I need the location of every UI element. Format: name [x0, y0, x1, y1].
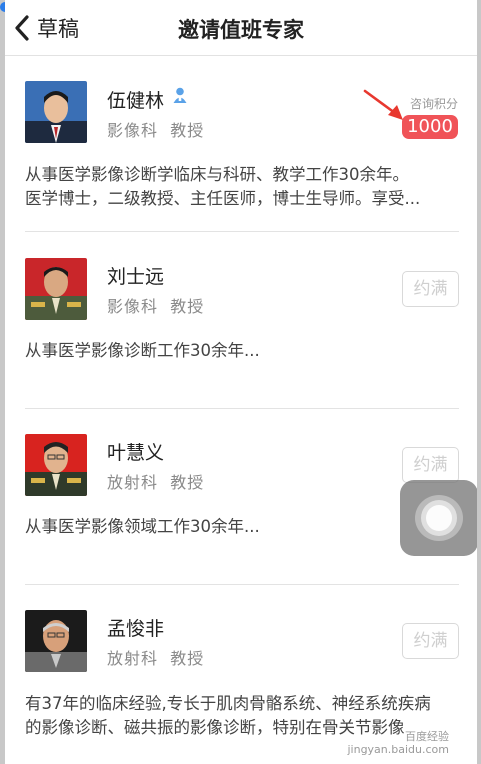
score-badge: 1000	[402, 115, 458, 139]
department-label: 放射科	[107, 649, 159, 668]
navigation-bar: 草稿 邀请值班专家	[5, 0, 477, 56]
assistive-ring-icon	[426, 505, 452, 531]
avatar	[25, 610, 87, 672]
expert-name: 叶慧义	[107, 442, 165, 464]
avatar	[25, 81, 87, 143]
watermark: 百度经验 jingyan.baidu.com	[347, 730, 449, 756]
score-label: 咨询积分	[409, 97, 458, 111]
user-icon	[173, 87, 187, 103]
rank-label: 教授	[170, 121, 205, 140]
department-label: 放射科	[107, 473, 159, 492]
watermark-url: jingyan.baidu.com	[347, 743, 449, 756]
department-label: 影像科	[107, 297, 159, 316]
expert-description: 从事医学影像诊断学临床与科研、教学工作30余年。 医学博士，二级教授、主任医师，…	[25, 165, 421, 208]
rank-label: 教授	[170, 473, 205, 492]
expert-department: 影像科 教授	[107, 117, 204, 141]
fully-booked-button[interactable]: 约满	[402, 447, 459, 483]
app-screen: 草稿 邀请值班专家 伍健林 影像科 教授 咨询积分 1000 从事医学影像诊断学…	[5, 0, 477, 764]
expert-department: 放射科 教授	[107, 645, 204, 669]
expert-department: 放射科 教授	[107, 469, 204, 493]
rank-label: 教授	[170, 649, 205, 668]
department-label: 影像科	[107, 121, 159, 140]
expert-description: 从事医学影像领域工作30余年...	[25, 517, 260, 536]
expert-department: 影像科 教授	[107, 293, 204, 317]
expert-name: 孟悛非	[107, 618, 165, 640]
screen-right-edge	[477, 0, 481, 764]
page-title: 邀请值班专家	[178, 18, 304, 42]
expert-name: 刘士远	[107, 266, 165, 288]
avatar	[25, 434, 87, 496]
expert-card[interactable]: 刘士远 影像科 教授 约满 从事医学影像诊断工作30余年...	[5, 232, 477, 409]
avatar	[25, 258, 87, 320]
rank-label: 教授	[170, 297, 205, 316]
expert-description: 从事医学影像诊断工作30余年...	[25, 341, 260, 360]
expert-name: 伍健林	[107, 90, 165, 112]
fully-booked-button[interactable]: 约满	[402, 623, 459, 659]
annotation-arrow-icon	[363, 89, 403, 120]
expert-card[interactable]: 伍健林 影像科 教授 咨询积分 1000 从事医学影像诊断学临床与科研、教学工作…	[5, 57, 477, 232]
watermark-title: 百度经验	[405, 730, 449, 743]
fully-booked-button[interactable]: 约满	[402, 271, 459, 307]
assistive-touch-button[interactable]	[400, 480, 477, 556]
